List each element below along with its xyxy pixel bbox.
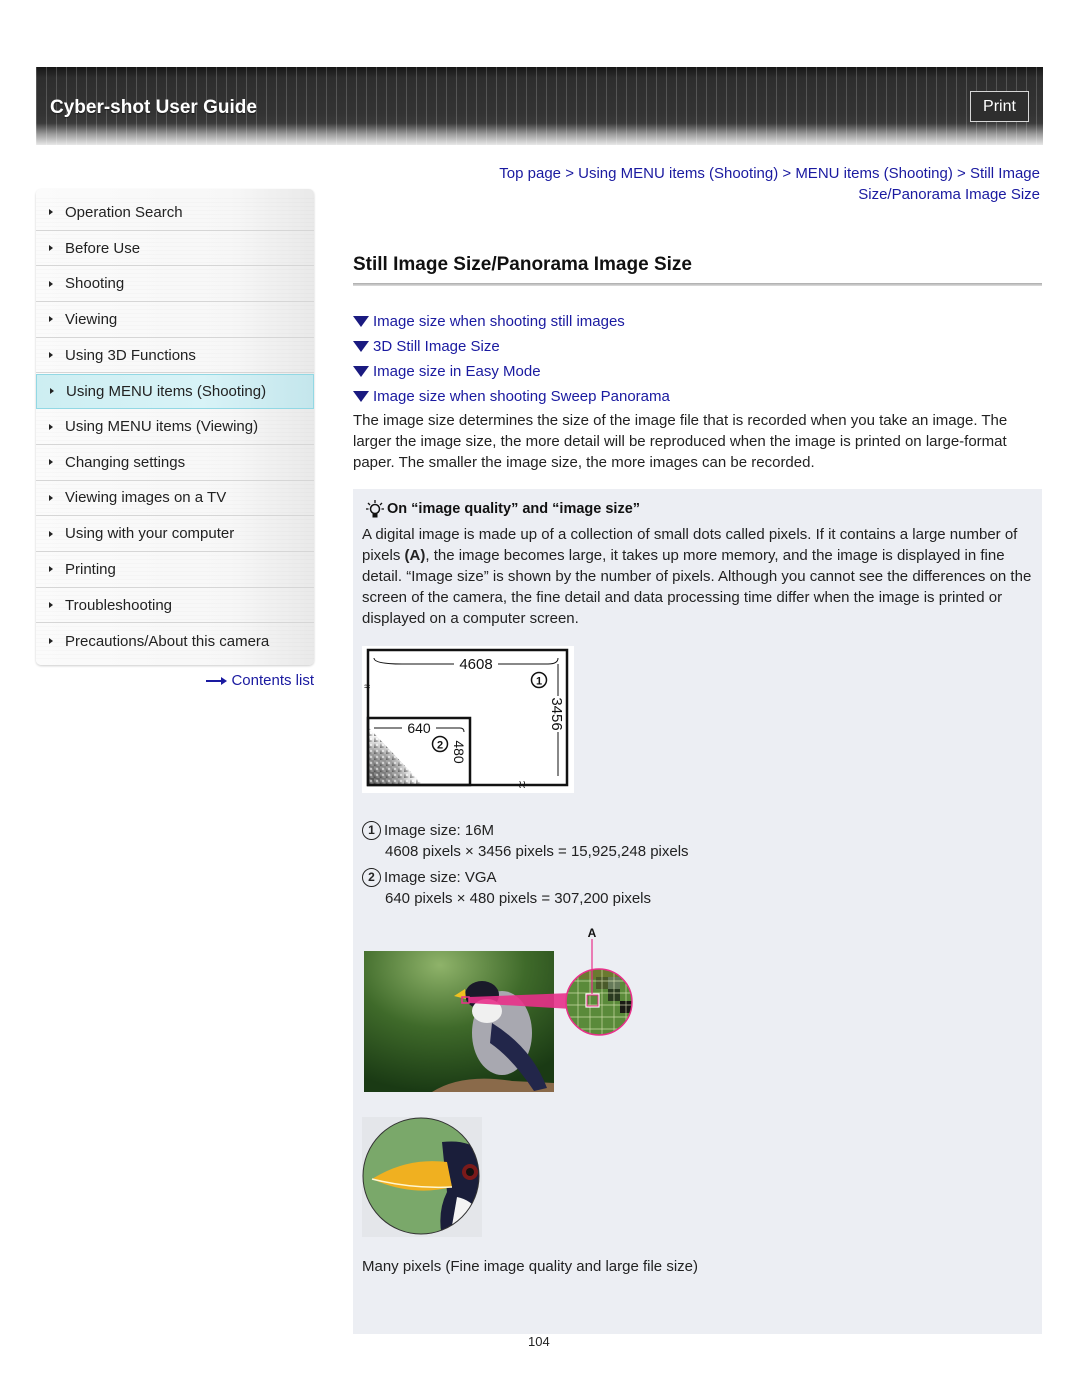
toc-link-still-images[interactable]: Image size when shooting still images (353, 309, 670, 334)
diagram-small-width: 640 (407, 720, 431, 736)
triangle-right-icon (49, 494, 53, 501)
sidebar-item-label: Changing settings (65, 453, 186, 471)
image-size-diagram: 4608 1 3456 640 2 480 ≈ ≀≀ (362, 646, 574, 793)
sidebar-item-label: Viewing images on a TV (65, 489, 227, 507)
diagram-small-height: 480 (451, 740, 467, 764)
hint-text-bold: (A) (404, 547, 426, 564)
sidebar-item-label: Using MENU items (Viewing) (65, 418, 259, 436)
circled-number-icon: 2 (362, 868, 381, 887)
diagram-large-width: 4608 (459, 656, 492, 673)
sidebar-item-label: Shooting (65, 275, 125, 293)
diagram-marker-2: 2 (437, 740, 443, 752)
page-number: 104 (528, 1334, 550, 1349)
triangle-right-icon (49, 602, 53, 609)
toc-link-3d-still-image-size[interactable]: 3D Still Image Size (353, 334, 670, 359)
triangle-right-icon (49, 423, 53, 430)
sidebar-item-using-3d-functions[interactable]: Using 3D Functions (36, 337, 314, 374)
triangle-right-icon (50, 388, 54, 395)
pixel-marker-a: A (588, 926, 597, 940)
toc-link-easy-mode[interactable]: Image size in Easy Mode (353, 359, 670, 384)
bird-closeup-illustration (362, 1117, 482, 1237)
sidebar-item-shooting[interactable]: Shooting (36, 266, 314, 303)
figure-caption: Many pixels (Fine image quality and larg… (362, 1258, 698, 1275)
toc-link-label: 3D Still Image Size (373, 338, 500, 355)
sidebar-item-changing-settings[interactable]: Changing settings (36, 444, 314, 481)
toc-link-label: Image size when shooting Sweep Panorama (373, 388, 670, 405)
triangle-right-icon (49, 209, 53, 216)
sidebar-item-label: Printing (65, 560, 116, 578)
contents-list-label: Contents list (231, 672, 314, 689)
hint-box: On “image quality” and “image size” A di… (353, 489, 1042, 1334)
hint-title-text: On “image quality” and “image size” (387, 501, 641, 517)
legend-detail: 4608 pixels × 3456 pixels = 15,925,248 p… (385, 843, 689, 860)
svg-text:≈: ≈ (364, 681, 370, 693)
app-title: Cyber-shot User Guide (50, 97, 257, 118)
triangle-down-icon (353, 341, 369, 352)
table-of-contents: Image size when shooting still images 3D… (353, 309, 670, 409)
breadcrumb-menu-items-shooting[interactable]: MENU items (Shooting) (795, 165, 953, 182)
breadcrumb-separator: > (565, 165, 579, 182)
diagram-large-height: 3456 (548, 697, 565, 730)
sidebar-item-using-menu-items-shooting[interactable]: Using MENU items (Shooting) (36, 373, 314, 410)
sidebar-item-precautions[interactable]: Precautions/About this camera (36, 623, 314, 660)
print-button[interactable]: Print (970, 91, 1029, 122)
triangle-down-icon (353, 316, 369, 327)
triangle-down-icon (353, 366, 369, 377)
legend-label: Image size: VGA (384, 869, 497, 886)
sidebar-item-label: Troubleshooting (65, 596, 173, 614)
lightbulb-icon (366, 500, 384, 518)
legend-item-vga: 2 Image size: VGA (362, 867, 689, 888)
sidebar-item-label: Operation Search (65, 203, 183, 221)
toc-link-label: Image size when shooting still images (373, 313, 625, 330)
legend-label: Image size: 16M (384, 822, 495, 839)
sidebar-item-label: Viewing (65, 310, 118, 328)
breadcrumb-separator: > (782, 165, 796, 182)
image-size-legend: 1 Image size: 16M 4608 pixels × 3456 pixe… (362, 820, 689, 909)
breadcrumb: Top page > Using MENU items (Shooting) >… (440, 163, 1040, 205)
hint-text-part: , the image becomes large, it takes up m… (362, 547, 1032, 627)
sidebar-item-troubleshooting[interactable]: Troubleshooting (36, 587, 314, 624)
sidebar-item-label: Using 3D Functions (65, 346, 196, 364)
triangle-right-icon (49, 352, 53, 359)
toc-link-sweep-panorama[interactable]: Image size when shooting Sweep Panorama (353, 384, 670, 409)
toc-link-label: Image size in Easy Mode (373, 363, 541, 380)
triangle-down-icon (353, 391, 369, 402)
sidebar-item-viewing[interactable]: Viewing (36, 302, 314, 338)
breadcrumb-top-page[interactable]: Top page (499, 165, 561, 182)
contents-list-link[interactable]: Contents list (200, 672, 314, 689)
sidebar-item-using-with-computer[interactable]: Using with your computer (36, 516, 314, 552)
legend-item-16m: 1 Image size: 16M (362, 820, 689, 841)
triangle-right-icon (49, 530, 53, 537)
diagram-marker-1: 1 (536, 676, 542, 688)
page-title: Still Image Size/Panorama Image Size (353, 254, 692, 275)
hint-title: On “image quality” and “image size” (365, 499, 640, 519)
sidebar-item-viewing-images-on-tv[interactable]: Viewing images on a TV (36, 480, 314, 517)
sidebar-item-using-menu-items-viewing[interactable]: Using MENU items (Viewing) (36, 409, 314, 445)
header-bar: Cyber-shot User Guide Print (36, 67, 1043, 145)
title-divider (353, 283, 1042, 286)
legend-detail: 640 pixels × 480 pixels = 307,200 pixels (385, 890, 652, 907)
triangle-right-icon (49, 566, 53, 573)
sidebar-item-label: Using with your computer (65, 525, 235, 543)
triangle-right-icon (49, 316, 53, 323)
sidebar-item-label: Before Use (65, 239, 141, 257)
breadcrumb-using-menu-items-shooting[interactable]: Using MENU items (Shooting) (578, 165, 778, 182)
triangle-right-icon (49, 245, 53, 252)
intro-paragraph: The image size determines the size of th… (353, 412, 1008, 471)
arrow-right-icon (206, 676, 228, 686)
svg-text:≀≀: ≀≀ (518, 779, 526, 791)
circled-number-icon: 1 (362, 821, 381, 840)
triangle-right-icon (49, 459, 53, 466)
triangle-right-icon (49, 638, 53, 645)
sidebar-item-before-use[interactable]: Before Use (36, 230, 314, 267)
sidebar-item-label: Precautions/About this camera (65, 632, 270, 650)
triangle-right-icon (49, 280, 53, 287)
hint-paragraph: A digital image is made up of a collecti… (362, 524, 1042, 629)
sidebar-item-printing[interactable]: Printing (36, 552, 314, 588)
sidebar-item-operation-search[interactable]: Operation Search (36, 195, 314, 231)
bird-pixel-illustration: A (362, 923, 664, 1095)
sidebar-item-label: Using MENU items (Shooting) (66, 382, 267, 400)
breadcrumb-separator: > (957, 165, 970, 182)
sidebar-nav: Operation Search Before Use Shooting Vie… (36, 189, 314, 665)
